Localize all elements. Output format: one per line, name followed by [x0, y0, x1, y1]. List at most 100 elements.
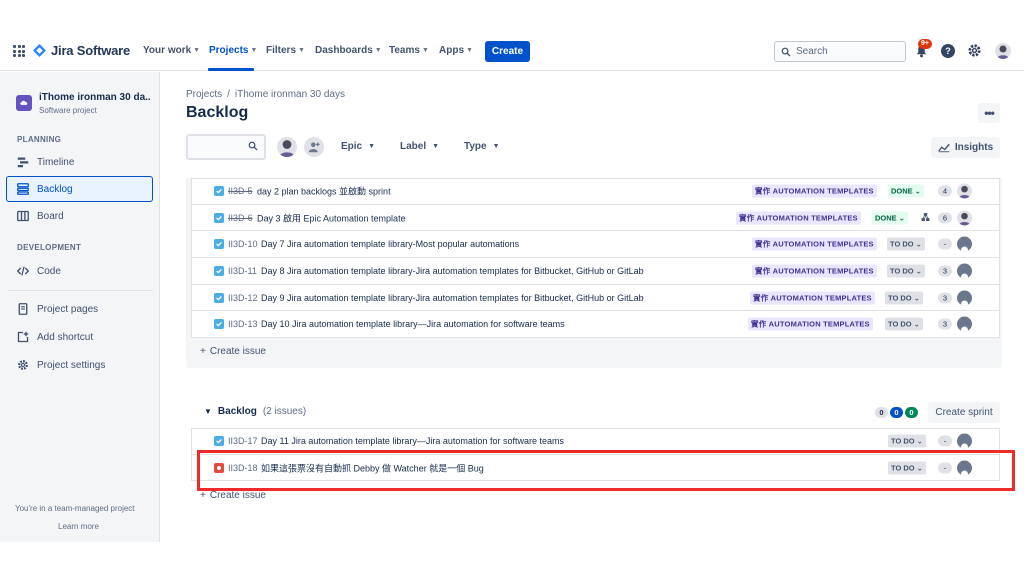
- search-input[interactable]: [796, 46, 896, 57]
- issue-summary: day 2 plan backlogs 並啟動 sprint: [257, 186, 391, 197]
- unassigned-avatar-icon[interactable]: [957, 236, 972, 252]
- jira-logo[interactable]: Jira Software: [33, 43, 130, 58]
- todo-count-badge: 0: [875, 407, 888, 418]
- issue-row[interactable]: II3D-18 如果這張票沒有自動抓 Debby 做 Watcher 就是一個 …: [191, 454, 1000, 482]
- avatar-illustration-icon: [958, 212, 971, 226]
- global-search[interactable]: [774, 41, 906, 62]
- epic-filter-dropdown[interactable]: Epic ▼: [341, 141, 375, 152]
- status-dropdown[interactable]: TO DO ⌄: [887, 237, 925, 251]
- chevron-down-icon[interactable]: ▼: [204, 407, 212, 416]
- project-type: Software project: [39, 106, 97, 115]
- issue-row[interactable]: II3D-10 Day 7 Jira automation template l…: [191, 231, 1000, 259]
- type-filter-dropdown[interactable]: Type ▼: [464, 141, 500, 152]
- unassigned-avatar-icon[interactable]: [957, 433, 972, 449]
- project-name[interactable]: iThome ironman 30 da...: [39, 92, 151, 103]
- issue-row[interactable]: II3D-17 Day 11 Jira automation template …: [191, 428, 1000, 455]
- issue-key[interactable]: II3D-17: [228, 436, 258, 446]
- epic-label[interactable]: 實作 AUTOMATION TEMPLATES: [750, 291, 875, 305]
- issue-summary: 如果這張票沒有自動抓 Debby 做 Watcher 就是一個 Bug: [261, 463, 484, 474]
- issue-row[interactable]: II3D-5 day 2 plan backlogs 並啟動 sprint 實作…: [191, 178, 1000, 205]
- chevron-down-icon: ▼: [421, 47, 429, 54]
- sidebar-item-timeline[interactable]: Timeline: [17, 156, 74, 168]
- nav-dashboards[interactable]: Dashboards ▼: [315, 45, 382, 56]
- nav-projects[interactable]: Projects ▼: [209, 45, 257, 56]
- app-switcher-icon[interactable]: [13, 45, 25, 57]
- nav-teams[interactable]: Teams ▼: [389, 45, 429, 56]
- status-dropdown[interactable]: DONE ⌄: [872, 211, 908, 225]
- status-dropdown[interactable]: TO DO ⌄: [885, 317, 923, 331]
- create-sprint-button[interactable]: Create sprint: [928, 402, 1000, 423]
- nav-your-work[interactable]: Your work ▼: [143, 45, 200, 56]
- add-people-button[interactable]: [304, 137, 324, 157]
- unassigned-avatar-icon[interactable]: [957, 460, 972, 476]
- issue-key[interactable]: II3D-6: [228, 213, 253, 223]
- nav-filters[interactable]: Filters ▼: [266, 45, 305, 56]
- issue-row[interactable]: II3D-12 Day 9 Jira automation template l…: [191, 284, 1000, 312]
- issue-row[interactable]: II3D-11 Day 8 Jira automation template l…: [191, 258, 1000, 285]
- create-button[interactable]: Create: [485, 41, 530, 62]
- issue-key[interactable]: II3D-10: [228, 239, 258, 249]
- insights-button[interactable]: Insights: [931, 137, 1000, 158]
- assignee-filter-avatar[interactable]: [277, 137, 297, 157]
- settings-gear-icon[interactable]: [967, 43, 982, 58]
- chevron-down-icon: ▼: [492, 143, 500, 150]
- more-actions-button[interactable]: •••: [978, 103, 1000, 123]
- learn-more-link[interactable]: Learn more: [58, 522, 99, 531]
- status-dropdown[interactable]: DONE ⌄: [888, 184, 924, 198]
- child-issues-icon[interactable]: [921, 212, 930, 223]
- sidebar-item-backlog[interactable]: Backlog: [6, 176, 153, 202]
- status-dropdown[interactable]: TO DO ⌄: [888, 434, 926, 448]
- backlog-search[interactable]: [186, 134, 266, 160]
- dropdown-label: Label: [400, 141, 427, 152]
- epic-label[interactable]: 實作 AUTOMATION TEMPLATES: [736, 211, 861, 225]
- story-points: 3: [938, 265, 952, 277]
- issue-key[interactable]: II3D-18: [228, 463, 258, 473]
- breadcrumb-project[interactable]: iThome ironman 30 days: [235, 89, 345, 100]
- nav-label: Filters: [266, 45, 297, 56]
- status-dropdown[interactable]: TO DO ⌄: [887, 264, 925, 278]
- issue-key[interactable]: II3D-11: [228, 266, 257, 276]
- issue-key[interactable]: II3D-5: [228, 186, 253, 196]
- sidebar-item-code[interactable]: Code: [17, 265, 61, 277]
- create-issue-button[interactable]: + Create issue: [200, 490, 266, 501]
- issue-key[interactable]: II3D-13: [228, 319, 258, 329]
- sidebar-item-project-settings[interactable]: Project settings: [17, 359, 105, 371]
- chevron-down-icon: ⌄: [898, 213, 905, 223]
- issue-key[interactable]: II3D-12: [228, 293, 258, 303]
- user-avatar[interactable]: [995, 43, 1011, 59]
- backlog-header[interactable]: ▼ Backlog (2 issues): [204, 406, 306, 417]
- sidebar-item-add-shortcut[interactable]: Add shortcut: [17, 331, 93, 343]
- status-dropdown[interactable]: TO DO ⌄: [888, 461, 926, 475]
- label-filter-dropdown[interactable]: Label ▼: [400, 141, 439, 152]
- assignee-avatar[interactable]: [957, 183, 972, 199]
- epic-label[interactable]: 實作 AUTOMATION TEMPLATES: [748, 317, 873, 331]
- backlog-search-input[interactable]: [188, 136, 244, 158]
- story-points: 4: [938, 185, 952, 197]
- issue-row[interactable]: II3D-13 Day 10 Jira automation template …: [191, 311, 1000, 339]
- issue-summary: Day 8 Jira automation template library-J…: [261, 265, 644, 276]
- issue-row[interactable]: II3D-6 Day 3 啟用 Epic Automation template…: [191, 204, 1000, 232]
- breadcrumb-projects[interactable]: Projects: [186, 89, 222, 100]
- unassigned-avatar-icon[interactable]: [957, 263, 972, 279]
- nav-apps[interactable]: Apps ▼: [439, 45, 473, 56]
- epic-label[interactable]: 實作 AUTOMATION TEMPLATES: [752, 264, 877, 278]
- sidebar-item-board[interactable]: Board: [17, 210, 64, 222]
- chevron-down-icon: ▼: [298, 47, 305, 54]
- unassigned-avatar-icon[interactable]: [957, 290, 972, 306]
- insights-label: Insights: [954, 142, 994, 153]
- assignee-avatar[interactable]: [957, 210, 972, 226]
- epic-label[interactable]: 實作 AUTOMATION TEMPLATES: [752, 237, 877, 251]
- story-points: -: [938, 238, 952, 250]
- issue-summary: Day 7 Jira automation template library-M…: [261, 239, 520, 250]
- project-avatar-icon[interactable]: [16, 95, 32, 111]
- sidebar-item-project-pages[interactable]: Project pages: [17, 303, 98, 315]
- unassigned-avatar-icon[interactable]: [957, 316, 972, 332]
- chevron-down-icon: ⌄: [915, 239, 922, 249]
- epic-label[interactable]: 實作 AUTOMATION TEMPLATES: [752, 184, 877, 198]
- create-issue-button[interactable]: + Create issue: [200, 346, 266, 357]
- logo-text: Jira Software: [51, 43, 131, 58]
- task-type-icon: [214, 265, 224, 276]
- status-dropdown[interactable]: TO DO ⌄: [885, 291, 923, 305]
- chevron-down-icon: ▼: [374, 47, 382, 54]
- help-icon[interactable]: ?: [941, 44, 955, 58]
